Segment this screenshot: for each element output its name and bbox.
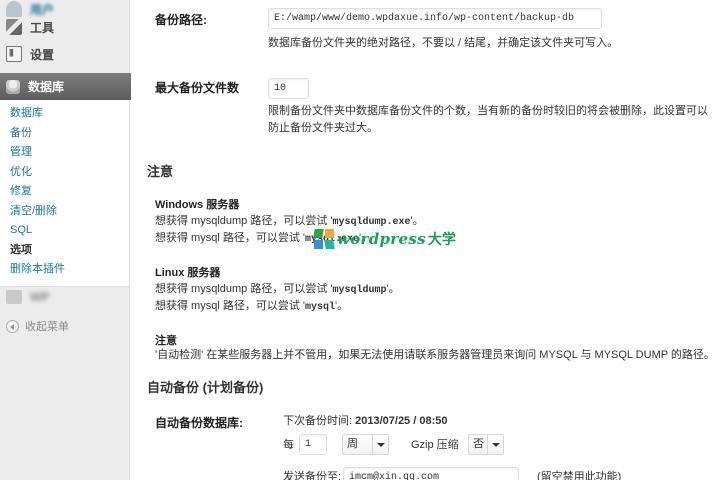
submenu-item-options[interactable]: 选项 (0, 241, 129, 261)
auto-detect-note: '自动检测' 在某些服务器上并不管用，如果无法使用请联系服务器管理员来询问 MY… (155, 349, 715, 361)
next-backup-row: 下次备份时间: 2013/07/25 / 08:50 (283, 413, 447, 430)
email-hint: (留空禁用此功能) (537, 471, 622, 480)
menu-blurred-item[interactable]: WP (0, 284, 128, 310)
submenu-item-optimize[interactable]: 优化 (0, 163, 129, 183)
submenu-item-backup[interactable]: 备份 (0, 124, 129, 144)
wordpress-dax-logo-icon (313, 229, 335, 249)
backup-interval-unit-select[interactable]: 周 (342, 434, 389, 455)
menu-tools-label: 工具 (30, 20, 55, 35)
windows-server-title: Windows 服务器 (155, 199, 240, 211)
email-label: 发送备份至: (283, 471, 342, 480)
linux-mysqldump-hint: 想获得 mysqldump 路径，可以尝试 'mysqldump'。 (155, 281, 400, 299)
gzip-select[interactable]: 否 (468, 434, 504, 455)
linux-line2-post: '。 (335, 300, 349, 312)
watermark-cn: 大学 (427, 231, 456, 247)
settings-icon (6, 46, 22, 62)
gzip-value: 否 (473, 438, 484, 450)
windows-line1-pre: 想获得 mysqldump 路径，可以尝试 ' (155, 215, 333, 227)
notes-heading: 注意 (147, 164, 174, 179)
next-backup-label: 下次备份时间: (283, 415, 353, 427)
collapse-arrow-icon (6, 319, 19, 333)
interval-unit-value: 周 (347, 438, 358, 450)
tools-icon (6, 19, 22, 35)
linux-mysql-hint: 想获得 mysql 路径，可以尝试 'mysql'。 (155, 298, 348, 316)
note-subtitle: 注意 (155, 335, 177, 347)
plugin-icon (6, 290, 22, 304)
submenu-item-empty-drop[interactable]: 清空/删除 (0, 202, 129, 222)
menu-settings[interactable]: 设置 (0, 41, 128, 67)
submenu-item-database[interactable]: 数据库 (0, 104, 129, 124)
linux-line2-pre: 想获得 mysql 路径，可以尝试 ' (155, 300, 305, 312)
backup-path-input[interactable]: E:/wamp/www/demo.wpdaxue.info/wp-content… (268, 8, 602, 29)
watermark-logo: wordpress 大学 (313, 229, 456, 249)
email-input[interactable]: imcm@xin.qq.com (343, 467, 519, 480)
linux-line1-post: '。 (386, 283, 400, 295)
collapse-menu[interactable]: 收起菜单 (6, 318, 69, 334)
collapse-menu-label: 收起菜单 (25, 321, 69, 333)
database-icon (6, 79, 20, 94)
menu-database[interactable]: 数据库 (0, 73, 144, 100)
linux-line1-pre: 想获得 mysqldump 路径，可以尝试 ' (155, 283, 333, 295)
backup-path-desc: 数据库备份文件夹的绝对路径，不要以 / 结尾，并确定该文件夹可写入。 (268, 37, 619, 49)
backup-interval-input[interactable]: 1 (299, 434, 327, 455)
linux-server-title: Linux 服务器 (155, 267, 221, 279)
watermark-text: wordpress (337, 230, 426, 248)
every-label: 每 (283, 439, 294, 451)
backup-path-label: 备份路径: (155, 13, 207, 27)
auto-backup-label: 自动备份数据库: (155, 416, 243, 430)
windows-line1-post: '。 (410, 215, 424, 227)
max-backup-input[interactable]: 10 (268, 78, 309, 99)
linux-mysqldump-code: mysqldump (332, 285, 387, 296)
windows-mysqldump-code: mysqldump.exe (332, 217, 411, 228)
menu-settings-label: 设置 (30, 47, 55, 62)
linux-mysql-code: mysql (305, 302, 336, 313)
menu-tools[interactable]: 工具 (0, 14, 128, 40)
submenu-item-uninstall[interactable]: 删除本插件 (0, 260, 129, 280)
database-submenu: 数据库 备份 管理 优化 修复 清空/删除 SQL 选项 删除本插件 (0, 100, 129, 287)
submenu-item-sql[interactable]: SQL (0, 221, 129, 241)
max-backup-desc-2: 防止备份文件夹过大。 (268, 122, 378, 134)
auto-backup-heading: 自动备份 (计划备份) (147, 380, 264, 395)
max-backup-desc-1: 限制备份文件夹中数据库备份文件的个数，当有新的备份时较旧的将会被删除，此设置可以 (268, 105, 708, 117)
next-backup-time: 2013/07/25 / 08:50 (355, 415, 448, 427)
options-content: 备份路径: E:/wamp/www/demo.wpdaxue.info/wp-c… (131, 0, 720, 480)
max-backup-label: 最大备份文件数 (155, 81, 240, 95)
windows-line2-pre: 想获得 mysql 路径，可以尝试 ' (155, 232, 305, 244)
submenu-item-manage[interactable]: 管理 (0, 143, 129, 163)
submenu-item-repair[interactable]: 修复 (0, 182, 129, 202)
gzip-label: Gzip 压缩 (411, 439, 459, 451)
menu-blurred-label: WP (30, 290, 50, 304)
chevron-down-icon (487, 435, 503, 454)
chevron-down-icon (372, 435, 388, 454)
admin-sidebar: 用户 工具 设置 数据库 数据库 备份 管理 优化 修复 清空/删除 SQL 选… (0, 0, 144, 480)
menu-database-label: 数据库 (28, 80, 65, 94)
